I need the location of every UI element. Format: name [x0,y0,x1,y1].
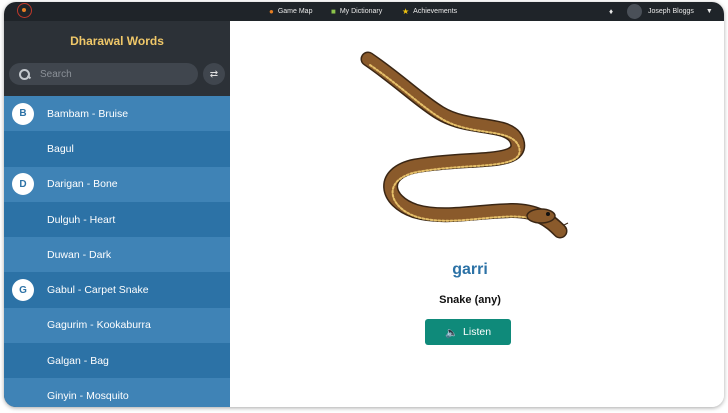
list-item-label: Bagul [47,142,74,155]
list-item[interactable]: Galgan - Bag [4,343,230,379]
list-item[interactable]: Bagul [4,131,230,167]
app-window: ● Game Map ■ My Dictionary ★ Achievement… [4,2,724,407]
sidebar: Dharawal Words Search ⇄ B Bambam - Bruis… [4,21,230,407]
list-item-label: Gagurim - Kookaburra [47,319,151,332]
map-pin-icon: ● [269,6,274,16]
nav-game-map[interactable]: ● Game Map [269,2,312,21]
star-icon: ★ [402,6,410,16]
word-detail-panel: garri Snake (any) 🔈 Listen [230,21,724,407]
list-item[interactable]: B Bambam - Bruise [4,96,230,132]
user-name: Joseph Bloggs [648,8,694,15]
book-icon: ■ [331,6,336,16]
list-item-label: Gabul - Carpet Snake [47,284,149,297]
bell-icon: ♦ [609,6,614,16]
shuffle-button[interactable]: ⇄ [203,63,225,85]
list-item[interactable]: Ginyin - Mosquito [4,378,230,407]
avatar[interactable] [627,4,642,19]
list-item[interactable]: Dulguh - Heart [4,201,230,238]
top-navigation-bar: ● Game Map ■ My Dictionary ★ Achievement… [4,2,724,21]
list-item-label: Ginyin - Mosquito [47,390,129,403]
list-item[interactable]: D Darigan - Bone [4,166,230,202]
letter-badge: D [12,173,34,196]
list-item-label: Darigan - Bone [47,178,118,191]
speaker-icon: 🔈 [444,326,459,339]
nav-label: My Dictionary [339,8,383,15]
chevron-down-icon: ▼ [705,8,713,15]
list-item[interactable]: Gagurim - Kookaburra [4,307,230,344]
listen-button[interactable]: 🔈 Listen [425,319,511,345]
nav-label: Achievements [413,8,458,15]
app-logo[interactable] [17,3,32,18]
list-item-label: Dulguh - Heart [47,213,116,226]
list-item-label: Duwan - Dark [47,248,112,261]
search-input[interactable]: Search [9,63,198,85]
shuffle-icon: ⇄ [209,68,219,80]
list-item-label: Bambam - Bruise [47,107,129,120]
sidebar-title: Dharawal Words [70,34,164,48]
snake-illustration [360,51,569,239]
nav-label: Game Map [277,8,313,15]
search-placeholder: Search [40,68,72,80]
notifications-button[interactable]: ♦ [609,2,613,21]
letter-badge: B [12,102,34,125]
listen-label: Listen [463,326,492,338]
nav-my-dictionary[interactable]: ■ My Dictionary [331,2,382,21]
word-list: B Bambam - Bruise Bagul D Darigan - Bone… [4,96,230,407]
list-item[interactable]: G Gabul - Carpet Snake [4,272,230,308]
user-menu[interactable]: Joseph Bloggs ▼ [648,2,713,21]
letter-badge: G [12,279,34,302]
word-translation: Snake (any) [439,294,501,306]
search-icon [19,68,30,80]
word-title: garri [452,261,488,278]
list-item[interactable]: Duwan - Dark [4,237,230,273]
list-item-label: Galgan - Bag [47,354,109,367]
nav-achievements[interactable]: ★ Achievements [402,2,457,21]
